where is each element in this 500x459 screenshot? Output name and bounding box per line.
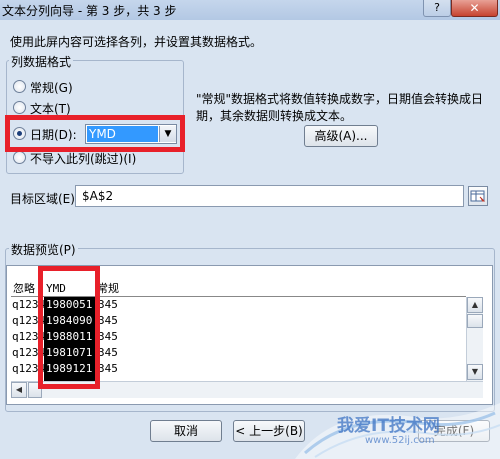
format-note: "常规"数据格式将数值转换成数字，日期值会转换成日期，其余数据则转换成文本。	[196, 92, 484, 123]
column-format-legend: 列数据格式	[9, 53, 74, 70]
radio-general[interactable]	[13, 80, 26, 93]
highlight-box-column	[38, 266, 100, 389]
range-picker-icon	[470, 190, 486, 202]
preview-legend: 数据预览(P)	[9, 241, 78, 258]
header-cell-general[interactable]: 常规	[97, 281, 119, 297]
advanced-button[interactable]: 高级(A)...	[304, 125, 378, 147]
table-cell: 345	[98, 330, 118, 343]
cancel-button[interactable]: 取消	[150, 420, 222, 442]
watermark: 我爱IT技术网 www.52ij.com	[295, 395, 500, 459]
window-title: 文本分列向导 - 第 3 步，共 3 步	[2, 4, 177, 18]
help-button[interactable]: ?	[423, 0, 451, 17]
vertical-scrollbar[interactable]: ▲ ▼	[466, 297, 483, 381]
table-cell: 345	[98, 314, 118, 327]
close-button[interactable]: ✕	[451, 0, 498, 17]
scroll-left-icon[interactable]: ◀	[11, 382, 27, 398]
watermark-url: www.52ij.com	[365, 435, 435, 446]
table-cell: 345	[98, 362, 118, 375]
destination-input[interactable]: $A$2	[75, 185, 464, 207]
scroll-down-icon[interactable]: ▼	[467, 364, 483, 380]
radio-general-label[interactable]: 常规(G)	[30, 79, 73, 96]
highlight-box-date	[5, 115, 185, 152]
header-cell-skip[interactable]: 忽略	[13, 281, 35, 297]
destination-label: 目标区域(E):	[10, 192, 79, 206]
range-picker-button[interactable]	[468, 186, 488, 206]
instruction-text: 使用此屏内容可选择各列，并设置其数据格式。	[10, 35, 263, 49]
table-cell: 345	[98, 346, 118, 359]
table-cell: 345	[98, 298, 118, 311]
scroll-up-icon[interactable]: ▲	[467, 297, 483, 313]
radio-skip-label[interactable]: 不导入此列(跳过)(I)	[30, 150, 136, 167]
radio-text[interactable]	[13, 101, 26, 114]
watermark-title: 我爱IT技术网	[337, 416, 440, 436]
radio-skip[interactable]	[13, 151, 26, 164]
scroll-thumb[interactable]	[467, 314, 483, 328]
